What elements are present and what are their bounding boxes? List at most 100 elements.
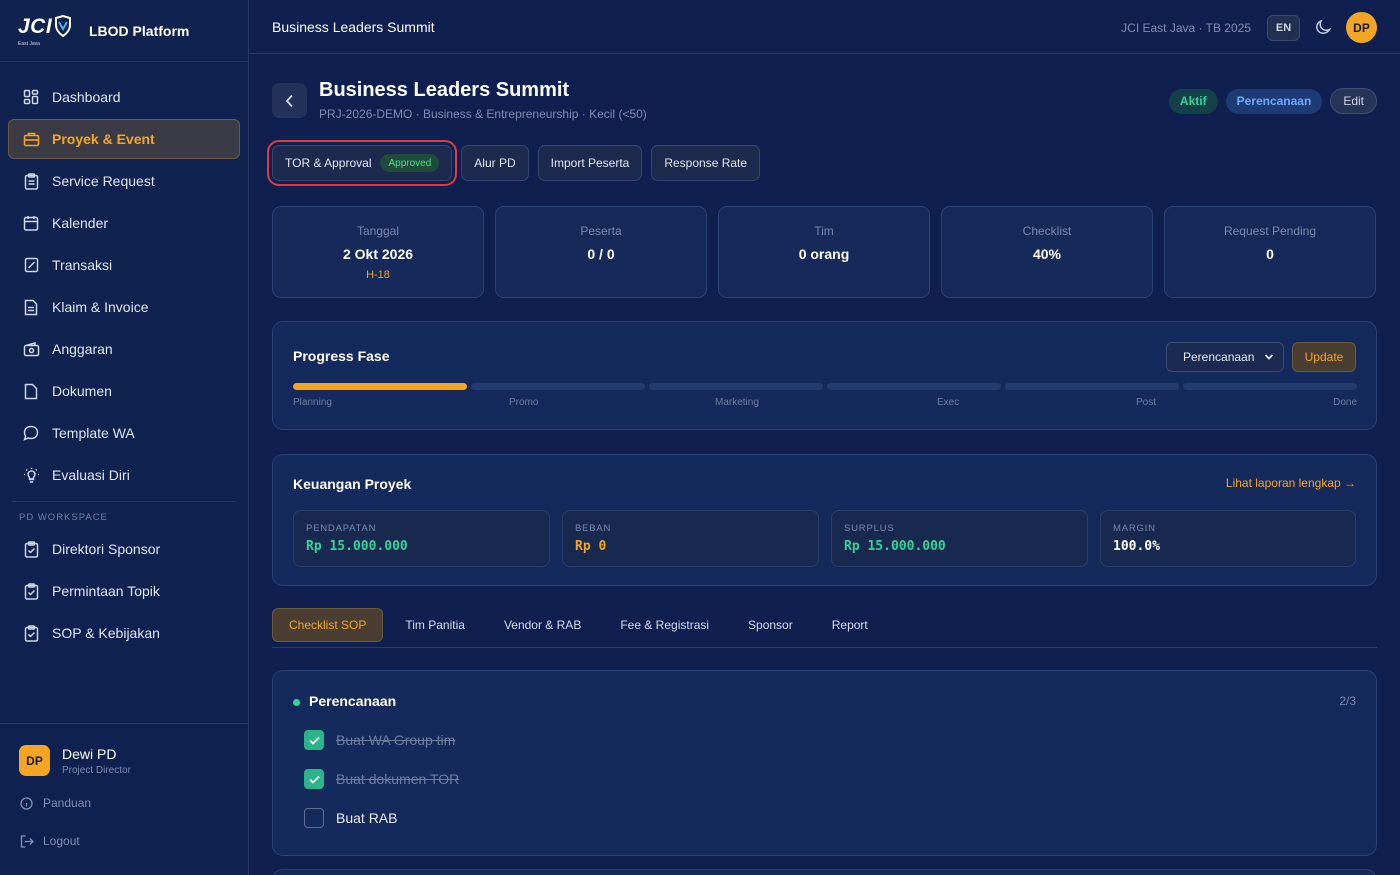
phase-segment-pending — [649, 383, 823, 390]
stat-label: Tim — [814, 224, 834, 238]
chevron-down-icon — [1264, 354, 1274, 360]
sidebar-item-kalender[interactable]: Kalender — [8, 203, 240, 243]
section-label-pd-workspace: PD WORKSPACE — [12, 501, 236, 527]
alur-pd-button[interactable]: Alur PD — [461, 145, 529, 181]
finance-report-link[interactable]: Lihat laporan lengkap → — [1226, 476, 1356, 490]
sidebar-item-label: SOP & Kebijakan — [52, 625, 160, 641]
sidebar-item-label: Anggaran — [52, 341, 113, 357]
language-toggle[interactable]: EN — [1267, 14, 1300, 41]
briefcase-icon — [21, 129, 41, 149]
finance-card: Keuangan Proyek Lihat laporan lengkap → … — [272, 454, 1377, 586]
checklist-title: Perencanaan — [309, 693, 397, 709]
topbar-title: Business Leaders Summit — [272, 18, 435, 35]
info-icon — [20, 796, 34, 810]
user-avatar-top[interactable]: DP — [1346, 12, 1377, 43]
response-rate-button[interactable]: Response Rate — [651, 145, 761, 181]
checklist-item: Buat dokumen TOR — [304, 769, 459, 789]
clipboard-icon — [21, 581, 41, 601]
sidebar-item-permintaan-topik[interactable]: Permintaan Topik — [8, 571, 240, 611]
sidebar-item-dokumen[interactable]: Dokumen — [8, 371, 240, 411]
sidebar-item-transaksi[interactable]: Transaksi — [8, 245, 240, 285]
receipt-icon — [21, 255, 41, 275]
finance-value: Rp 15.000.000 — [844, 539, 946, 554]
phase-label: Planning — [293, 397, 332, 408]
topbar: Business Leaders Summit JCI East Java · … — [249, 0, 1400, 54]
stat-value: 40% — [1032, 246, 1062, 262]
sidebar-item-label: Dokumen — [52, 383, 112, 399]
tor-approval-button[interactable]: TOR & Approval Approved — [266, 140, 458, 186]
tab-report[interactable]: Report — [815, 608, 885, 642]
checkbox-checked[interactable] — [304, 769, 324, 789]
tab-vendor-rab[interactable]: Vendor & RAB — [487, 608, 598, 642]
stat-value: 2 Okt 2026 — [342, 246, 414, 262]
jci-logo[interactable]: JCI East Java — [18, 14, 74, 47]
checklist-item-label: Buat RAB — [336, 810, 398, 826]
help-label: Panduan — [43, 796, 92, 810]
back-button[interactable] — [272, 83, 307, 118]
stat-label: Peserta — [580, 224, 622, 238]
logout-icon — [20, 834, 34, 848]
sidebar-item-direktori-sponsor[interactable]: Direktori Sponsor — [8, 529, 240, 569]
sidebar-item-service-request[interactable]: Service Request — [8, 161, 240, 201]
grid-icon — [21, 87, 41, 107]
logout-link[interactable]: Logout — [0, 834, 248, 848]
phase-label: Post — [1136, 397, 1157, 408]
sidebar-item-evaluasi-diri[interactable]: Evaluasi Diri — [8, 455, 240, 495]
phase-label: Marketing — [715, 397, 759, 408]
sidebar-item-dashboard[interactable]: Dashboard — [8, 77, 240, 117]
user-role: Project Director — [62, 764, 131, 776]
phase-segment-complete — [293, 383, 467, 390]
moon-icon[interactable] — [1315, 19, 1332, 36]
file-icon — [21, 381, 41, 401]
finance-box-pendapatan: PENDAPATAN Rp 15.000.000 — [293, 510, 550, 567]
lightbulb-icon — [21, 465, 41, 485]
stat-card-checklist: Checklist 40% — [941, 206, 1153, 298]
user-profile[interactable]: DP Dewi PD Project Director — [0, 724, 248, 776]
finance-box-beban: BEBAN Rp 0 — [562, 510, 819, 567]
main-content: Business Leaders Summit PRJ-2026-DEMO · … — [266, 54, 1377, 875]
checklist-items: Buat WA Group tim Buat dokumen TOR Buat … — [304, 730, 459, 847]
sidebar-item-label: Kalender — [52, 215, 109, 231]
status-dot — [293, 699, 300, 706]
stat-label: Request Pending — [1223, 224, 1317, 238]
import-peserta-button[interactable]: Import Peserta — [537, 145, 643, 181]
sidebar-item-anggaran[interactable]: Anggaran — [8, 329, 240, 369]
finance-title: Keuangan Proyek — [293, 476, 412, 492]
brand: JCI East Java LBOD Platform — [0, 0, 248, 62]
tab-tim-panitia[interactable]: Tim Panitia — [388, 608, 482, 642]
progress-title: Progress Fase — [293, 348, 390, 364]
sidebar-item-sop-kebijakan[interactable]: SOP & Kebijakan — [8, 613, 240, 653]
wallet-icon — [21, 339, 41, 359]
help-link[interactable]: Panduan — [0, 796, 248, 810]
tab-fee-registrasi[interactable]: Fee & Registrasi — [603, 608, 726, 642]
phase-segment-pending — [1005, 383, 1179, 390]
project-subtitle: PRJ-2026-DEMO · Business & Entrepreneurs… — [319, 107, 647, 121]
edit-button[interactable]: Edit — [1330, 88, 1377, 114]
logout-label: Logout — [43, 834, 80, 848]
sidebar-item-klaim-invoice[interactable]: Klaim & Invoice — [8, 287, 240, 327]
sidebar-item-proyek-event[interactable]: Proyek & Event — [8, 119, 240, 159]
document-icon — [21, 297, 41, 317]
update-button[interactable]: Update — [1292, 342, 1356, 372]
phase-select[interactable]: Perencanaan — [1166, 342, 1284, 372]
tab-sponsor[interactable]: Sponsor — [731, 608, 810, 642]
progress-phase-card: Progress Fase Perencanaan Update Plannin… — [272, 321, 1377, 430]
checkbox-checked[interactable] — [304, 730, 324, 750]
tab-checklist-sop[interactable]: Checklist SOP — [272, 608, 384, 642]
project-header: Business Leaders Summit PRJ-2026-DEMO · … — [272, 54, 1377, 138]
checkbox-unchecked[interactable] — [304, 808, 324, 828]
checklist-item-label: Buat dokumen TOR — [336, 771, 460, 787]
clipboard-icon — [21, 623, 41, 643]
sidebar-item-template-wa[interactable]: Template WA — [8, 413, 240, 453]
check-icon — [308, 775, 320, 784]
project-tabs: Checklist SOP Tim Panitia Vendor & RAB F… — [272, 608, 1377, 648]
stat-label: Tanggal — [356, 224, 400, 238]
sidebar-footer: DP Dewi PD Project Director Panduan Logo… — [0, 723, 248, 875]
stat-value: 0 orang — [798, 246, 850, 262]
finance-box-margin: MARGIN 100.0% — [1100, 510, 1356, 567]
approved-chip: Approved — [380, 154, 440, 172]
finance-value: Rp 0 — [575, 539, 607, 554]
project-subtabs: TOR & Approval Approved Alur PD Import P… — [266, 140, 769, 186]
sidebar-item-label: Permintaan Topik — [52, 583, 160, 599]
clipboard-icon — [21, 539, 41, 559]
